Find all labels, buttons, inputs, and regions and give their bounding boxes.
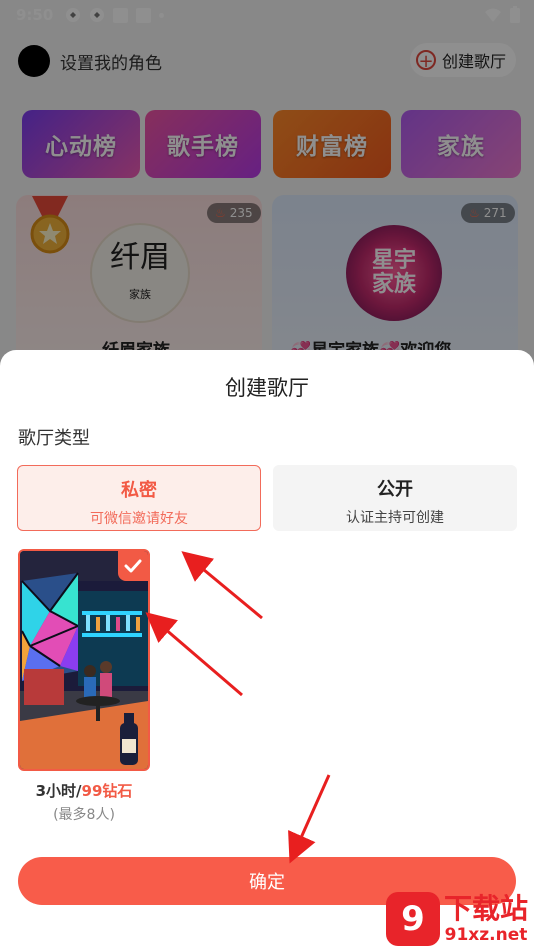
- room-theme-card[interactable]: [18, 549, 150, 771]
- room-type-name: 私密: [121, 480, 157, 501]
- room-type-desc: 可微信邀请好友: [90, 511, 188, 527]
- room-type-private-option[interactable]: 私密 可微信邀请好友: [17, 465, 261, 531]
- room-type-name: 公开: [377, 479, 413, 500]
- room-type-label: 歌厅类型: [18, 428, 90, 449]
- watermark-logo: 9: [385, 892, 440, 946]
- theme-duration: 3小时/: [35, 782, 82, 800]
- room-type-public-option[interactable]: 公开 认证主持可创建: [273, 465, 517, 531]
- watermark-url: 91xz.net: [444, 924, 528, 945]
- room-type-desc: 认证主持可创建: [346, 510, 444, 526]
- selected-check-icon: [118, 551, 148, 581]
- watermark-title: 下载站: [443, 891, 528, 925]
- theme-diamond-price: 99钻石: [81, 782, 133, 800]
- ktv-room-thumbnail: [20, 551, 148, 769]
- theme-capacity: (最多8人): [53, 807, 115, 823]
- site-watermark: 9 下载站 91xz.net: [385, 891, 528, 946]
- sheet-title: 创建歌厅: [225, 376, 309, 400]
- theme-price: 3小时/99钻石: [18, 780, 150, 801]
- watermark-text: 下载站 91xz.net: [443, 891, 528, 945]
